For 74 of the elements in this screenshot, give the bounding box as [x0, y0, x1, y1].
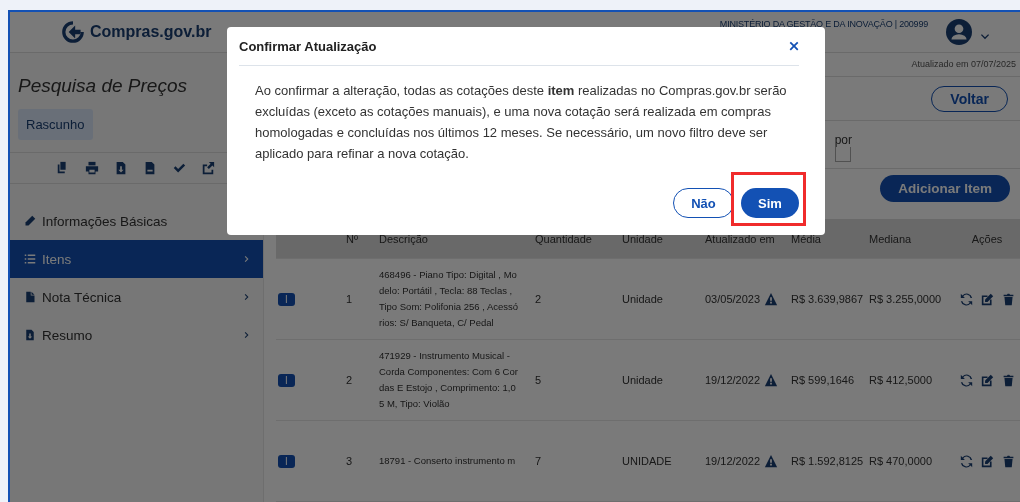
updated-note: Atualizado em 07/07/2025: [911, 59, 1016, 70]
table-cell: 2: [346, 374, 353, 386]
file-icon: [24, 291, 36, 303]
caret-icon[interactable]: [980, 31, 990, 41]
table-cell: R$ 599,1646: [791, 374, 854, 386]
table-cell: R$ 1.592,8125: [791, 455, 864, 467]
refresh-icon[interactable]: [959, 292, 973, 306]
table-cell: Unidade: [622, 374, 663, 386]
table-cell: R$ 3.639,9867: [791, 293, 864, 305]
column-header: Quantidade: [534, 232, 593, 245]
edit-icon[interactable]: [980, 373, 994, 387]
filter-label: por: [834, 133, 852, 148]
table-cell: Unidade: [622, 293, 663, 305]
table-cell: 5: [535, 374, 542, 386]
column-header: Nº: [345, 232, 359, 245]
user-avatar-icon[interactable]: [946, 19, 972, 45]
table-cell: 2: [535, 293, 542, 305]
check-icon[interactable]: [172, 161, 186, 175]
share-icon[interactable]: [201, 161, 215, 175]
list-icon: [24, 253, 36, 265]
menu-item[interactable]: Informações Básicas: [10, 202, 263, 240]
edit-icon[interactable]: [980, 292, 994, 306]
table-cell-text: 471929 - Instrumento Musical - Corda Componentes: Com 6 Cor das E Estojo , Comprimento: 1,0 5 M, Tipo: Violão: [379, 349, 519, 411]
table-cell: 3: [346, 455, 353, 467]
column-header: Mediana: [868, 232, 913, 245]
table-cell: 19/12/2022: [705, 455, 761, 467]
organization-label: MINISTÉRIO DA GESTÃO E DA INOVAÇÃO | 200999: [719, 19, 928, 29]
refresh-icon[interactable]: [959, 454, 973, 468]
menu-label: Resumo: [42, 327, 94, 343]
column-header: Descrição: [378, 232, 429, 245]
column-header: Média: [790, 232, 822, 245]
logo-icon: [60, 19, 86, 45]
file-download-icon[interactable]: [114, 161, 128, 175]
table-cell-text: 468496 - Piano Tipo: Digital , Mo delo: Portátil , Tecla: 88 Teclas , Tipo Som: Polifonia 256 , Acessó rios: S/ Banqueta, C/ Pedal: [379, 268, 520, 330]
menu-label: Nota Técnica: [42, 289, 123, 305]
trash-icon[interactable]: [1001, 373, 1015, 387]
item-badge[interactable]: I: [278, 373, 295, 387]
print-icon[interactable]: [85, 161, 99, 175]
column-header: Ações: [970, 232, 1004, 245]
confirm-button[interactable]: Sim: [741, 188, 799, 218]
menu-item[interactable]: Itens: [10, 240, 263, 278]
cancel-button[interactable]: Não: [673, 188, 734, 218]
logo-text[interactable]: Compras.gov.br: [90, 23, 212, 41]
table-cell: 19/12/2022: [705, 374, 761, 386]
pencil-icon: [24, 215, 36, 227]
page-title: Pesquisa de Preços: [18, 75, 188, 97]
column-header: Atualizado em: [704, 232, 776, 245]
table-cell: R$ 470,0000: [869, 455, 932, 467]
add-item-button[interactable]: Adicionar Item: [880, 175, 1010, 203]
table-cell: UNIDADE: [622, 455, 672, 467]
dialog-title: Confirmar Atualização: [239, 38, 377, 54]
refresh-icon[interactable]: [959, 373, 973, 387]
close-icon[interactable]: [789, 41, 799, 51]
table-cell: R$ 412,5000: [869, 374, 932, 386]
status-badge: Rascunho: [18, 109, 93, 140]
trash-icon[interactable]: [1001, 292, 1015, 306]
menu-item[interactable]: Resumo: [10, 316, 263, 354]
table-cell: 1: [346, 293, 353, 305]
menu-label: Itens: [42, 251, 73, 267]
back-button[interactable]: Voltar: [931, 85, 1008, 112]
edit-icon[interactable]: [980, 454, 994, 468]
dialog-message: Ao confirmar a alteração, todas as cotações deste item realizadas no Compras.gov.br serão excluídas (exceto as cotações manuais), e uma nova cotação será realizada em compras homologadas e concluídas nos últimos 12 meses. Se necessário, um novo filtro deve ser aplicado para refinar a nova cotação.: [255, 82, 788, 163]
trash-icon[interactable]: [1001, 454, 1015, 468]
table-cell: 03/05/2023: [705, 293, 761, 305]
file-download-icon: [24, 329, 36, 341]
column-header: Unidade: [621, 232, 664, 245]
item-badge[interactable]: I: [278, 454, 295, 468]
table-cell: R$ 3.255,0000: [869, 293, 942, 305]
menu-label: Informações Básicas: [42, 213, 169, 229]
menu-item[interactable]: Nota Técnica: [10, 278, 263, 316]
table-cell-text: 18791 - Conserto instrumento m: [379, 454, 517, 468]
item-badge[interactable]: I: [278, 292, 295, 306]
table-cell: 7: [535, 455, 542, 467]
file-icon[interactable]: [143, 161, 157, 175]
